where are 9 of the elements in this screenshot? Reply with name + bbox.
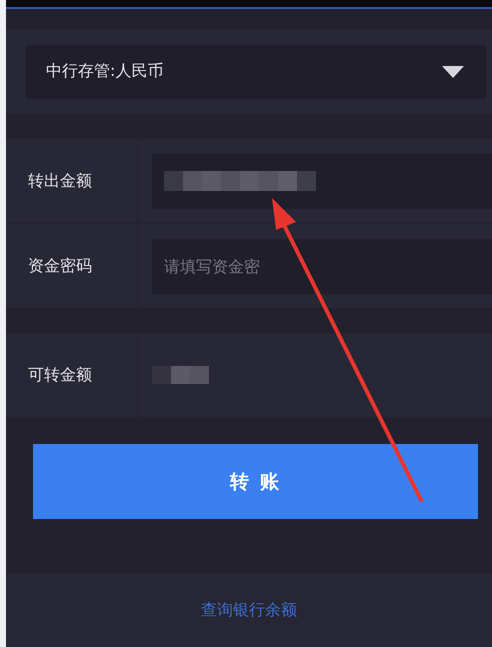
password-field[interactable]: 请填写资金密: [152, 238, 492, 294]
transfer-button[interactable]: 转 账: [33, 444, 478, 519]
account-dropdown[interactable]: 中行存管:人民币: [26, 44, 486, 98]
bank-balance-link[interactable]: 查询银行余额: [201, 600, 297, 620]
field-label: 可转金额: [28, 364, 92, 386]
caret-icon: [442, 66, 464, 78]
amount-field[interactable]: [152, 154, 492, 208]
field-label: 转出金额: [28, 170, 92, 192]
field-label: 资金密码: [28, 256, 92, 276]
